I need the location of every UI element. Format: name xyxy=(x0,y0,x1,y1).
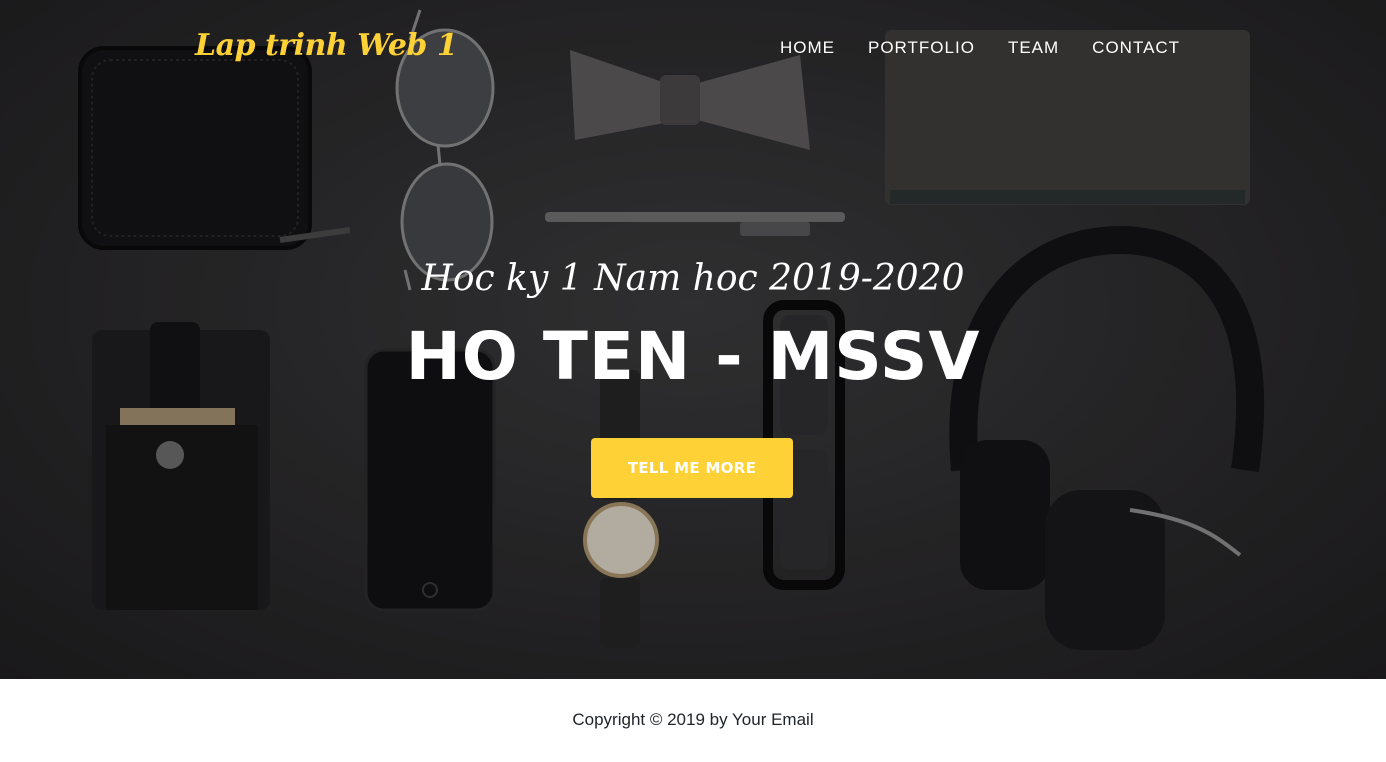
nav-item-team[interactable]: TEAM xyxy=(1008,38,1059,57)
hero-subheading: Hoc ky 1 Nam hoc 2019-2020 xyxy=(421,258,965,299)
brand-logo[interactable]: Lap trinh Web 1 xyxy=(195,28,458,63)
hero-heading: HO TEN - MSSV xyxy=(405,318,981,395)
navbar: Lap trinh Web 1 HOME PORTFOLIO TEAM CONT… xyxy=(0,0,1386,100)
nav-menu: HOME PORTFOLIO TEAM CONTACT xyxy=(780,38,1213,58)
nav-item-home[interactable]: HOME xyxy=(780,38,835,57)
copyright-text: Copyright © 2019 by Your Email xyxy=(572,710,814,729)
nav-item-portfolio[interactable]: PORTFOLIO xyxy=(868,38,975,57)
hero-section: Lap trinh Web 1 HOME PORTFOLIO TEAM CONT… xyxy=(0,0,1386,679)
tell-me-more-button[interactable]: TELL ME MORE xyxy=(591,438,793,498)
footer: Copyright © 2019 by Your Email xyxy=(0,679,1386,762)
nav-item-contact[interactable]: CONTACT xyxy=(1092,38,1180,57)
